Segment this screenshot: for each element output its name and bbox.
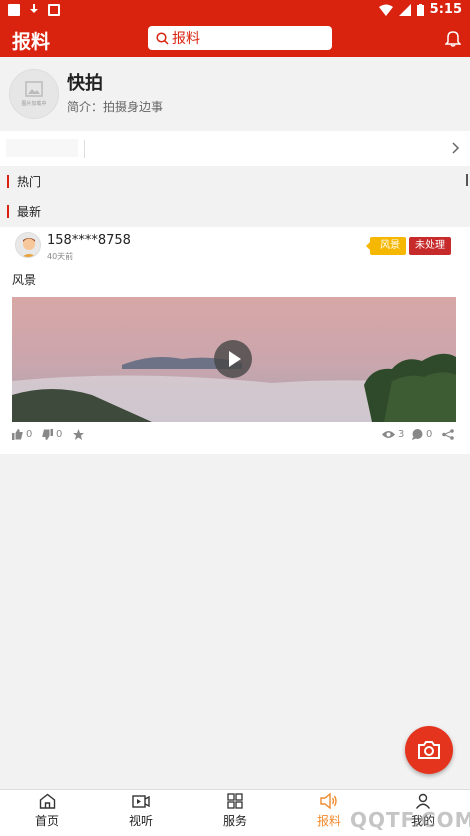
tab-divider	[84, 140, 85, 158]
camera-icon	[418, 741, 440, 759]
user-avatar[interactable]	[15, 232, 41, 258]
like-action[interactable]: 0	[12, 429, 32, 440]
view-count-group: 3	[382, 429, 404, 440]
section-hot-label: 热门	[17, 175, 42, 189]
comment-action[interactable]: 0	[412, 429, 432, 440]
dislike-action[interactable]: 0	[42, 429, 62, 440]
status-badge: 未处理	[409, 237, 451, 255]
video-thumbnail[interactable]	[12, 297, 456, 422]
avatar-caption: 图片加载中	[21, 101, 47, 107]
post-actions: 0 0 3 0	[12, 429, 456, 445]
nav-home[interactable]: 首页	[0, 790, 94, 836]
favorite-action[interactable]	[73, 429, 84, 440]
watermark: QQTF.COM	[350, 808, 470, 832]
dislike-count: 0	[56, 429, 63, 440]
signal-icon	[398, 3, 411, 16]
post-card[interactable]: 158****8758 40天前 风景 未处理 风景 0 0 3 0	[0, 227, 470, 454]
download-icon	[28, 4, 40, 16]
channel-avatar: 图片加载中	[9, 69, 59, 119]
like-count: 0	[26, 429, 33, 440]
post-time: 40天前	[47, 252, 74, 261]
nav-services[interactable]: 服务	[188, 790, 282, 836]
channel-name: 快拍	[67, 73, 103, 94]
clock: 5:15	[429, 2, 462, 17]
grid-icon	[227, 793, 243, 809]
nav-report-label: 报料	[316, 814, 341, 828]
section-latest-label: 最新	[17, 205, 42, 219]
category-tabs	[0, 131, 470, 166]
nav-home-label: 首页	[34, 814, 59, 828]
battery-icon	[416, 3, 424, 16]
camera-button[interactable]	[405, 726, 453, 774]
video-icon	[132, 795, 150, 808]
nav-video-label: 视听	[128, 814, 153, 828]
comment-count: 0	[426, 429, 433, 440]
chevron-right-icon[interactable]	[452, 142, 460, 154]
post-username[interactable]: 158****8758	[47, 233, 131, 248]
view-count: 3	[398, 429, 405, 440]
section-hot: 热门	[0, 168, 470, 196]
user-avatar-icon	[22, 238, 36, 257]
thumbs-up-icon	[12, 429, 23, 440]
home-icon	[39, 793, 55, 809]
eye-icon	[382, 431, 395, 438]
image-placeholder-icon	[25, 81, 43, 97]
search-icon	[156, 31, 169, 45]
share-icon	[442, 429, 454, 440]
search-input[interactable]: 报料	[148, 26, 332, 50]
channel-header: 图片加载中 快拍 简介：拍摄身边事	[0, 57, 470, 130]
star-icon	[73, 429, 84, 440]
section-marker	[7, 175, 9, 188]
section-latest: 最新	[0, 198, 470, 226]
tab-placeholder[interactable]	[6, 139, 78, 157]
status-bar: 5:15	[0, 0, 470, 22]
share-action[interactable]	[442, 429, 454, 440]
speaker-icon	[320, 793, 337, 809]
channel-description: 简介：拍摄身边事	[67, 100, 164, 114]
app-bar: 报料 报料	[0, 22, 470, 57]
page-title: 报料	[12, 31, 51, 53]
user-icon	[415, 793, 431, 809]
wifi-icon	[378, 4, 393, 16]
bell-icon[interactable]	[445, 29, 461, 47]
image-notification-icon	[48, 4, 60, 16]
search-text: 报料	[172, 31, 200, 47]
comment-icon	[412, 429, 423, 440]
thumbs-down-icon	[42, 429, 53, 440]
category-tag[interactable]: 风景	[366, 237, 406, 255]
nav-video[interactable]: 视听	[94, 790, 188, 836]
play-button[interactable]	[214, 340, 252, 378]
notification-icon	[8, 4, 20, 16]
section-marker	[7, 205, 9, 218]
scroll-indicator	[466, 174, 470, 186]
post-title[interactable]: 风景	[12, 271, 36, 288]
nav-services-label: 服务	[222, 814, 247, 828]
